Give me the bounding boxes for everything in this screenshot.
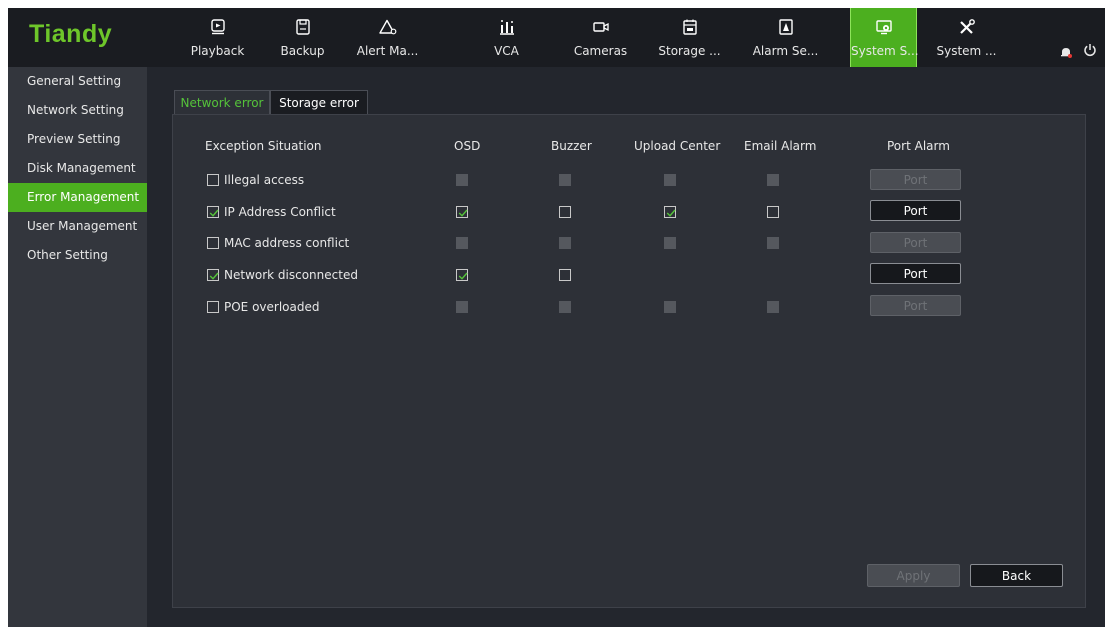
sidebar: General Setting Network Setting Preview … (8, 67, 147, 627)
checkmark-icon (458, 209, 468, 217)
row-label-illegal-access: Illegal access (224, 173, 305, 187)
nav-backup[interactable]: Backup (260, 8, 345, 67)
port-button[interactable]: Port (870, 263, 961, 284)
row-checkbox[interactable] (207, 237, 219, 249)
osd-checkbox (456, 237, 468, 249)
tiandy-logo: Tiandy (29, 20, 113, 48)
checkmark-icon (209, 272, 219, 280)
nav-playback[interactable]: Playback (175, 8, 260, 67)
row-checkbox[interactable] (207, 269, 219, 281)
tab-storage-error[interactable]: Storage error (270, 90, 368, 116)
osd-checkbox (456, 174, 468, 186)
camera-icon (592, 22, 609, 32)
buzzer-checkbox (559, 237, 571, 249)
port-button[interactable]: Port (870, 200, 961, 221)
upload-center-checkbox (664, 237, 676, 249)
nav-cameras[interactable]: Cameras (558, 8, 643, 67)
checkmark-icon (666, 209, 676, 217)
alarm-icon (778, 19, 793, 35)
row-checkbox[interactable] (207, 206, 219, 218)
tab-network-error[interactable]: Network error (174, 90, 270, 115)
osd-checkbox (456, 301, 468, 313)
email-alarm-checkbox (767, 174, 779, 186)
row-checkbox[interactable] (207, 174, 219, 186)
buzzer-checkbox (559, 301, 571, 313)
power-icon[interactable] (1083, 43, 1097, 57)
upload-center-checkbox[interactable] (664, 206, 676, 218)
port-button: Port (870, 295, 961, 316)
osd-checkbox[interactable] (456, 269, 468, 281)
buzzer-checkbox (559, 174, 571, 186)
nav-cameras-label: Cameras (573, 44, 628, 58)
row-checkbox[interactable] (207, 301, 219, 313)
port-button: Port (870, 232, 961, 253)
nav-vca-label: VCA (494, 44, 519, 58)
vca-icon (499, 20, 514, 35)
back-button[interactable]: Back (970, 564, 1063, 587)
storage-icon (682, 19, 697, 35)
nav-system-settings-label: System S... (851, 44, 919, 58)
email-alarm-checkbox[interactable] (767, 206, 779, 218)
header-upload-center: Upload Center (634, 139, 721, 153)
nav-vca[interactable]: VCA (464, 8, 549, 67)
nav-backup-label: Backup (280, 44, 325, 58)
nav-alert-management[interactable]: Alert Ma... (345, 8, 430, 67)
checkmark-icon (458, 272, 468, 280)
app-window: Tiandy Playback Backup Alert Ma... VCA C… (8, 8, 1105, 627)
buzzer-checkbox[interactable] (559, 269, 571, 281)
row-label-network-disconnected: Network disconnected (224, 268, 358, 282)
nav-playback-label: Playback (190, 44, 245, 58)
nav-alert-management-label: Alert Ma... (356, 44, 419, 58)
bell-icon[interactable] (1060, 46, 1072, 58)
header-email-alarm: Email Alarm (744, 139, 817, 153)
port-button: Port (870, 169, 961, 190)
nav-alarm-settings-label: Alarm Se... (752, 44, 819, 58)
sidebar-item-disk-management[interactable]: Disk Management (8, 154, 147, 183)
header-exception-situation: Exception Situation (205, 139, 322, 153)
playback-icon (210, 19, 225, 35)
upload-center-checkbox (664, 174, 676, 186)
row-label-mac-address-conflict: MAC address conflict (224, 236, 350, 250)
row-label-poe-overloaded: POE overloaded (224, 300, 320, 314)
email-alarm-checkbox (767, 301, 779, 313)
nav-system-maintenance-label: System ... (936, 44, 997, 58)
upload-center-checkbox (664, 301, 676, 313)
checkmark-icon (209, 209, 219, 217)
alert-icon (378, 19, 396, 35)
top-navigation-bar: Tiandy Playback Backup Alert Ma... VCA C… (8, 8, 1105, 67)
email-alarm-checkbox (767, 237, 779, 249)
system-settings-icon (875, 20, 892, 35)
save-icon (295, 19, 310, 35)
header-port-alarm: Port Alarm (887, 139, 950, 153)
sidebar-item-other-setting[interactable]: Other Setting (8, 241, 147, 270)
header-osd: OSD (454, 139, 481, 153)
apply-button[interactable]: Apply (867, 564, 960, 587)
nav-system-maintenance[interactable]: System ... (924, 8, 1009, 67)
buzzer-checkbox[interactable] (559, 206, 571, 218)
sidebar-item-general-setting[interactable]: General Setting (8, 67, 147, 96)
nav-storage[interactable]: Storage ... (647, 8, 732, 67)
sidebar-item-user-management[interactable]: User Management (8, 212, 147, 241)
sidebar-item-network-setting[interactable]: Network Setting (8, 96, 147, 125)
sidebar-item-error-management[interactable]: Error Management (8, 183, 147, 212)
sidebar-item-preview-setting[interactable]: Preview Setting (8, 125, 147, 154)
row-label-ip-address-conflict: IP Address Conflict (224, 205, 336, 219)
header-buzzer: Buzzer (551, 139, 592, 153)
nav-storage-label: Storage ... (658, 44, 721, 58)
tools-icon (959, 19, 975, 34)
osd-checkbox[interactable] (456, 206, 468, 218)
nav-system-settings[interactable]: System S... (850, 8, 919, 67)
nav-alarm-settings[interactable]: Alarm Se... (743, 8, 828, 67)
